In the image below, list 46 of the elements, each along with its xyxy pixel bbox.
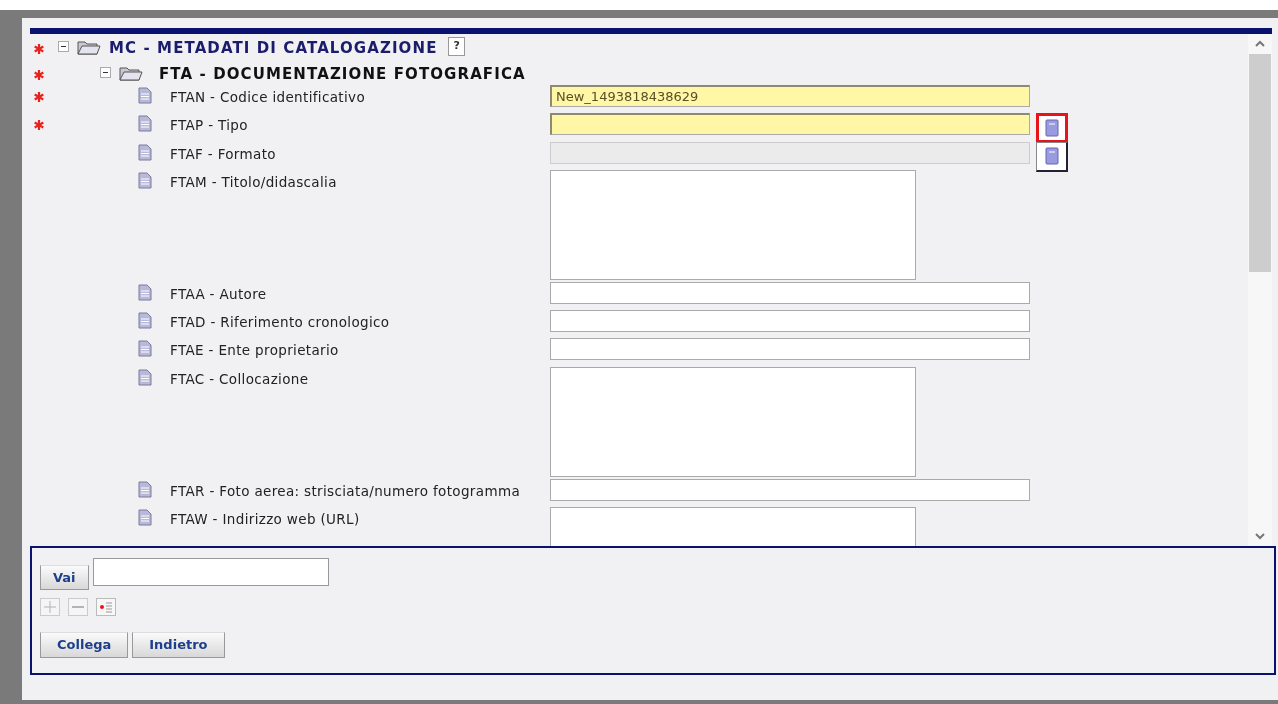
- document-icon: [138, 115, 152, 133]
- input-field[interactable]: [550, 478, 1030, 501]
- minus-icon: [72, 606, 84, 608]
- input-field[interactable]: [550, 281, 1030, 304]
- bullet-list-button[interactable]: [96, 598, 116, 616]
- section-title: FTA - DOCUMENTAZIONE FOTOGRAFICA: [159, 64, 526, 85]
- collapse-toggle[interactable]: [100, 67, 111, 78]
- field-label: FTAE - Ente proprietario: [170, 341, 339, 361]
- field-label: FTAP - Tipo: [170, 116, 248, 136]
- field-label: FTAC - Collocazione: [170, 369, 309, 389]
- section-title: MC - METADATI DI CATALOGAZIONE: [109, 38, 438, 59]
- book-icon: [1043, 147, 1060, 165]
- field-label: FTAA - Autore: [170, 284, 267, 304]
- field-label: FTAD - Riferimento cronologico: [170, 313, 390, 332]
- folder-icon: [119, 64, 143, 81]
- scroll-down-icon[interactable]: [1254, 530, 1266, 542]
- field-label: FTAN - Codice identificativo: [170, 88, 366, 107]
- field-label: FTAR - Foto aerea: strisciata/numero fotogramma: [170, 481, 520, 501]
- document-icon: [138, 87, 152, 104]
- input-field[interactable]: New_1493818438629: [550, 85, 1030, 107]
- input-field[interactable]: [92, 558, 329, 586]
- document-icon: [138, 171, 152, 189]
- field-label: FTAM - Titolo/didascalia: [170, 172, 337, 192]
- collapse-toggle[interactable]: [58, 41, 69, 52]
- link-button[interactable]: Collega: [40, 632, 129, 658]
- document-icon: [138, 368, 152, 386]
- input-field[interactable]: [550, 113, 1030, 136]
- document-icon: [138, 340, 152, 358]
- text-area[interactable]: [550, 366, 916, 477]
- document-icon: [138, 143, 152, 161]
- book-icon: [1044, 119, 1060, 138]
- back-button[interactable]: Indietro: [132, 632, 225, 658]
- folder-icon: [77, 38, 101, 55]
- input-field[interactable]: [550, 310, 1030, 332]
- document-icon: [138, 283, 152, 301]
- document-icon: [138, 312, 152, 329]
- scrollbar[interactable]: [1248, 34, 1272, 546]
- input-field[interactable]: [550, 338, 1030, 361]
- field-label: FTAW - Indirizzo web (URL): [170, 509, 360, 529]
- document-icon: [138, 508, 152, 526]
- go-button[interactable]: Vai: [40, 564, 89, 590]
- document-icon: [138, 480, 152, 498]
- field-label: FTAF - Formato: [170, 144, 276, 164]
- text-area[interactable]: [550, 169, 916, 280]
- help-button[interactable]: ?: [448, 37, 465, 56]
- plus-icon: [41, 598, 59, 616]
